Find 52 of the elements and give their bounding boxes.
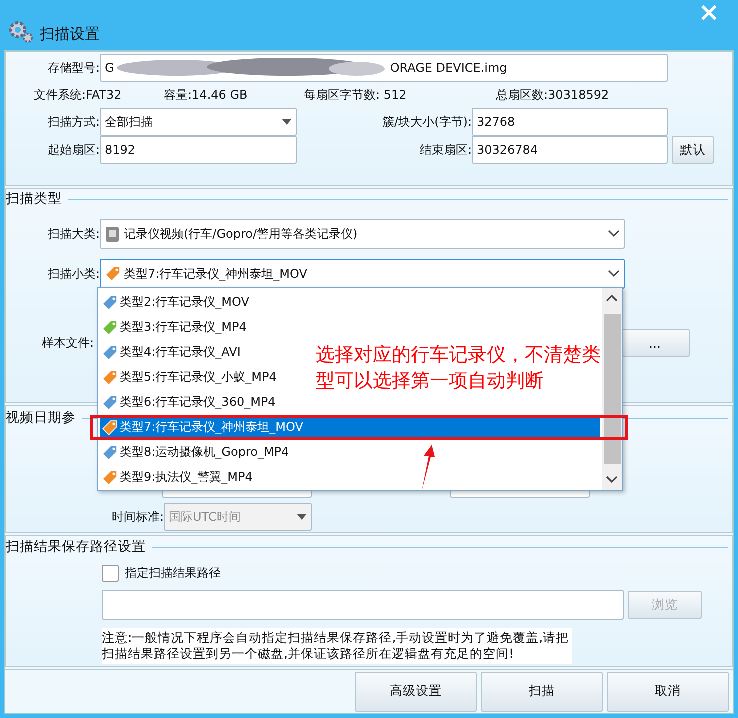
checkbox-label: 指定扫描结果路径	[125, 564, 221, 582]
dropdown-item[interactable]: 类型2:行车记录仪_MOV	[100, 290, 254, 315]
section-title: 扫描类型	[6, 190, 62, 208]
end-sector-field[interactable]: 30326784	[472, 136, 668, 164]
note-text: 注意:一般情况下程序会自动指定扫描结果保存路径,手动设置时为了避免覆盖,请把扫描结果路径设置到另一个磁盘,并保证该路径所在逻辑盘有充足的空间!	[102, 628, 572, 664]
dropdown-item[interactable]: 类型6:行车记录仪_360_MP4	[100, 390, 280, 415]
dialog-button[interactable]: 取消	[607, 672, 729, 712]
minor-category-select[interactable]: 类型7:行车记录仪_神州泰坦_MOV	[100, 259, 625, 289]
path-field[interactable]	[102, 590, 624, 620]
scan-mode-select[interactable]: 全部扫描	[100, 108, 297, 136]
field-label: 簇/块大小(字节):	[382, 114, 472, 130]
major-category-select[interactable]: 记录仪视频(行车/Gopro/警用等各类记录仪)	[100, 219, 625, 249]
field-value: ORAGE DEVICE.img	[390, 61, 508, 75]
scrollbar-thumb[interactable]	[604, 314, 620, 464]
checkbox[interactable]	[102, 564, 119, 582]
field-label: 结束扇区:	[418, 142, 472, 158]
field-label: 时间标准:	[110, 508, 164, 526]
annotation-text: 选择对应的行车记录仪，不清楚类型可以选择第一项自动判断	[316, 343, 602, 394]
info-text: 文件系统:FAT32	[34, 86, 123, 104]
dropdown-item[interactable]: 类型3:行车记录仪_MP4	[100, 315, 251, 340]
dropdown-arrow-icon	[297, 514, 307, 520]
dialog-button[interactable]: 高级设置	[355, 672, 477, 712]
section-title: 视频日期参	[6, 409, 76, 427]
field-label: 存储型号:	[46, 60, 100, 76]
section-title: 扫描结果保存路径设置	[6, 538, 146, 556]
start-sector-field[interactable]: 8192	[100, 136, 297, 164]
annotation-arrow	[422, 445, 435, 491]
chevron-down-icon	[608, 270, 620, 278]
gears-icon	[8, 20, 34, 44]
cluster-size-field[interactable]: 32768	[472, 108, 668, 136]
info-text: 容量:14.46 GB	[164, 86, 249, 104]
dropdown-item[interactable]: 类型9:执法仪_警翼_MP4	[100, 465, 257, 490]
field-label: 样本文件:	[40, 334, 94, 352]
dropdown-item[interactable]: 类型5:行车记录仪_小蚁_MP4	[100, 365, 281, 390]
field-value: G	[105, 61, 114, 75]
dropdown-arrow-icon	[282, 119, 292, 125]
field-label: 扫描方式:	[46, 114, 100, 130]
dropdown-item[interactable]: 类型4:行车记录仪_AVI	[100, 340, 245, 365]
scroll-up-icon[interactable]	[606, 294, 618, 302]
field-label: 扫描大类:	[46, 226, 100, 242]
dialog-button[interactable]: 扫描	[481, 672, 603, 712]
storage-field[interactable]: G ORAGE DEVICE.img	[100, 54, 668, 82]
field-label: 扫描小类:	[46, 266, 100, 282]
default-button[interactable]: 默认	[672, 136, 714, 164]
scroll-down-icon[interactable]	[606, 476, 618, 484]
field-label: 起始扇区:	[46, 142, 100, 158]
browse-file-button[interactable]: ...	[620, 329, 690, 357]
info-text: 每扇区字节数: 512	[304, 86, 408, 104]
dropdown-item[interactable]: 类型8:运动摄像机_Gopro_MP4	[100, 440, 294, 465]
chevron-down-icon	[608, 230, 620, 238]
window-title: 扫描设置	[40, 25, 100, 44]
info-text: 总扇区数:30318592	[496, 86, 610, 104]
